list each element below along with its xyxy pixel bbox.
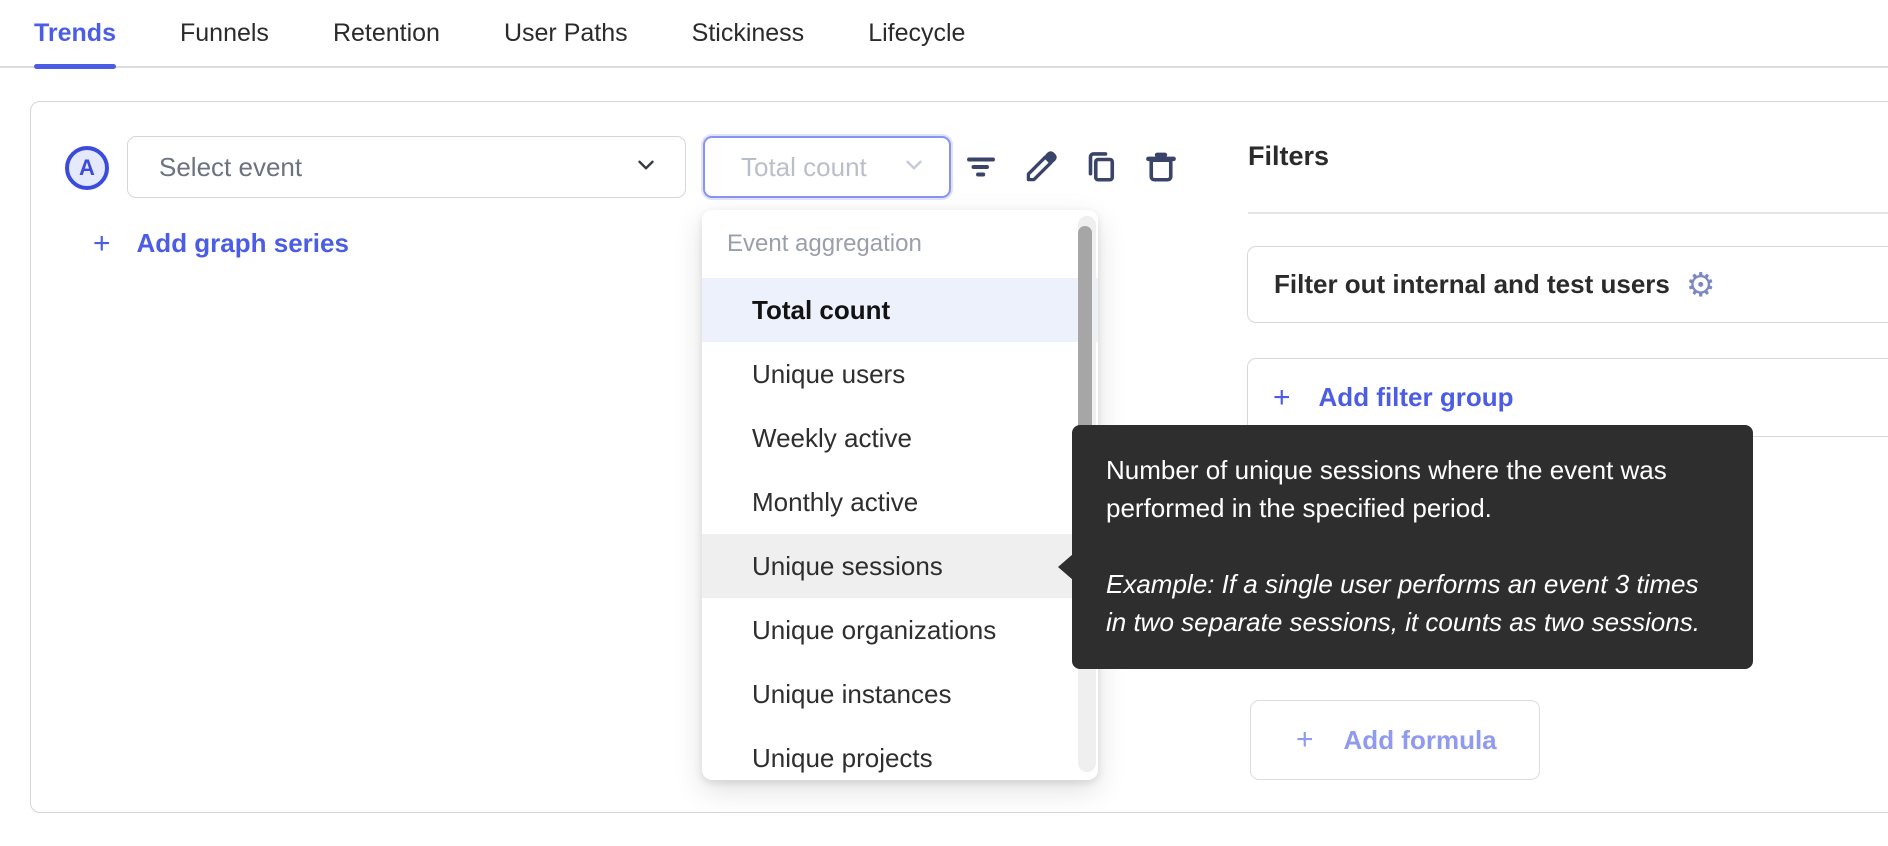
chevron-down-icon [633, 152, 659, 183]
dropdown-item-unique-users[interactable]: Unique users [702, 342, 1098, 406]
series-badge-a: A [65, 146, 109, 190]
aggregation-dropdown: Event aggregation Total countUnique user… [702, 210, 1098, 780]
filters-divider [1248, 212, 1888, 214]
tooltip-arrow [1058, 554, 1073, 580]
filter-icon[interactable] [962, 148, 1000, 186]
plus-icon: + [93, 229, 111, 259]
dropdown-item-unique-sessions[interactable]: Unique sessions [702, 534, 1098, 598]
tab-retention[interactable]: Retention [333, 0, 440, 67]
tab-label: Stickiness [692, 19, 805, 48]
series-toolbar [962, 148, 1180, 186]
event-select-placeholder: Select event [159, 152, 302, 183]
tab-label: User Paths [504, 19, 628, 48]
tab-bar: Trends Funnels Retention User Paths Stickine… [0, 0, 1888, 68]
tab-trends[interactable]: Trends [34, 0, 116, 67]
dropdown-item-unique-organizations[interactable]: Unique organizations [702, 598, 1098, 662]
unique-sessions-tooltip: Number of unique sessions where the even… [1072, 425, 1753, 669]
trends-insight-page: Trends Funnels Retention User Paths Stickine… [0, 0, 1888, 846]
add-formula-label: Add formula [1344, 725, 1497, 756]
dropdown-scrollbar-thumb[interactable] [1078, 226, 1092, 438]
gear-icon[interactable]: ⚙ [1686, 268, 1716, 301]
chevron-down-icon [901, 152, 927, 183]
plus-icon: + [1273, 381, 1291, 415]
active-tab-underline [34, 64, 116, 69]
dropdown-header: Event aggregation [702, 210, 1098, 278]
filters-title: Filters [1248, 141, 1329, 172]
aggregation-dropdown-list: Total countUnique usersWeekly activeMont… [702, 278, 1098, 780]
internal-users-filter-label: Filter out internal and test users [1274, 269, 1670, 300]
dropdown-item-unique-instances[interactable]: Unique instances [702, 662, 1098, 726]
dropdown-item-unique-projects[interactable]: Unique projects [702, 726, 1098, 780]
dropdown-item-weekly-active[interactable]: Weekly active [702, 406, 1098, 470]
plus-icon: + [1296, 723, 1314, 757]
tab-label: Funnels [180, 19, 269, 48]
delete-icon[interactable] [1142, 148, 1180, 186]
tab-label: Lifecycle [868, 19, 965, 48]
tab-user-paths[interactable]: User Paths [504, 0, 628, 67]
tab-lifecycle[interactable]: Lifecycle [868, 0, 965, 67]
aggregation-select-value: Total count [741, 152, 867, 183]
edit-icon[interactable] [1022, 148, 1060, 186]
series-badge-label: A [79, 155, 95, 181]
copy-icon[interactable] [1082, 148, 1120, 186]
add-formula-button[interactable]: + Add formula [1250, 700, 1540, 780]
add-graph-series-label: Add graph series [137, 228, 349, 259]
tooltip-example: Example: If a single user performs an ev… [1106, 565, 1713, 641]
tab-label: Retention [333, 19, 440, 48]
dropdown-item-total-count[interactable]: Total count [702, 278, 1098, 342]
internal-users-filter-row[interactable]: Filter out internal and test users ⚙ [1247, 246, 1888, 323]
tab-funnels[interactable]: Funnels [180, 0, 269, 67]
add-graph-series-button[interactable]: + Add graph series [93, 228, 349, 259]
tab-stickiness[interactable]: Stickiness [692, 0, 805, 67]
event-select[interactable]: Select event [127, 136, 686, 198]
tab-label: Trends [34, 19, 116, 48]
add-filter-group-label: Add filter group [1319, 382, 1514, 413]
aggregation-select[interactable]: Total count [703, 136, 951, 198]
tooltip-description: Number of unique sessions where the even… [1106, 451, 1713, 527]
dropdown-item-monthly-active[interactable]: Monthly active [702, 470, 1098, 534]
